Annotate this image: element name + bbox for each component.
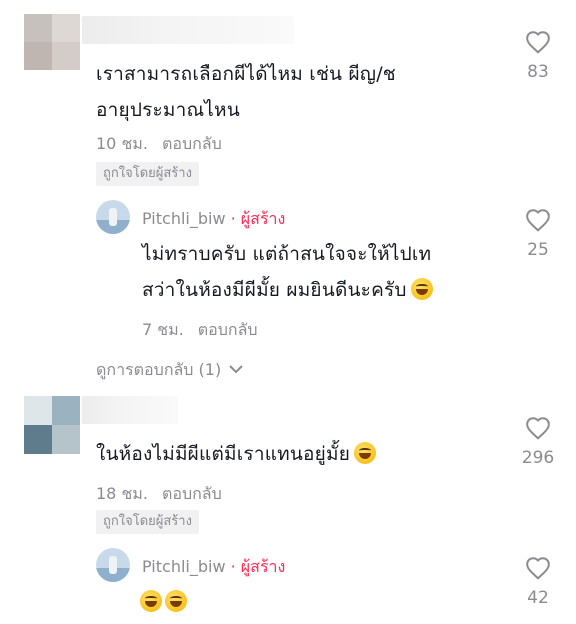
reply-button[interactable]: ตอบกลับ — [162, 484, 222, 503]
reply-button[interactable]: ตอบกลับ — [162, 134, 222, 153]
like-button[interactable]: 42 — [513, 556, 563, 608]
reply-username[interactable]: Pitchli_biw · ผู้สร้าง — [142, 555, 285, 580]
comment-meta: 10 ชม. ตอบกลับ — [96, 132, 236, 157]
comment-text: เราสามารถเลือกผีได้ไหม เช่น ผีญ/ช อายุปร… — [96, 63, 396, 121]
reply-button[interactable]: ตอบกลับ — [198, 320, 258, 339]
like-button[interactable]: 83 — [513, 30, 563, 82]
grinning-sweat-icon — [165, 590, 187, 612]
heart-icon — [526, 417, 550, 440]
grinning-sweat-icon — [140, 590, 162, 612]
heart-icon — [526, 209, 550, 232]
username-blurred[interactable] — [82, 16, 294, 44]
chevron-down-icon — [229, 365, 244, 374]
reply-avatar[interactable] — [96, 548, 130, 582]
reply-username[interactable]: Pitchli_biw · ผู้สร้าง — [142, 207, 285, 232]
reply-time: 7 ชม. — [142, 320, 184, 339]
comment-text: ในห้องไม่มีผีแต่มีเราแทนอยู่มั้ย — [96, 436, 506, 472]
reply-meta: 7 ชม. ตอบกลับ — [142, 318, 272, 343]
liked-by-creator-badge: ถูกใจโดยผู้สร้าง — [96, 162, 199, 186]
like-count: 83 — [527, 62, 549, 82]
like-button[interactable]: 25 — [513, 208, 563, 260]
avatar-blurred[interactable] — [24, 396, 80, 454]
avatar-blurred[interactable] — [24, 14, 80, 70]
username-blurred[interactable] — [82, 396, 178, 424]
reply-avatar[interactable] — [96, 200, 130, 234]
reply-emojis — [140, 590, 187, 612]
reply-text: ไม่ทราบครับ แต่ถ้าสนใจจะให้ไปเท สว่าในห้… — [142, 243, 433, 301]
comment-time: 10 ชม. — [96, 134, 148, 153]
like-count: 25 — [527, 240, 549, 260]
like-count: 296 — [521, 448, 555, 468]
heart-icon — [526, 557, 550, 580]
creator-tag: · ผู้สร้าง — [230, 557, 286, 576]
grinning-sweat-icon — [354, 442, 377, 464]
comment-time: 18 ชม. — [96, 484, 148, 503]
like-button[interactable]: 296 — [513, 416, 563, 468]
comment-meta: 18 ชม. ตอบกลับ — [96, 482, 236, 507]
rolling-on-floor-laughing-icon — [410, 278, 433, 300]
like-count: 42 — [527, 588, 549, 608]
view-replies-button[interactable]: ดูการตอบกลับ (1) — [96, 358, 244, 383]
creator-tag: · ผู้สร้าง — [230, 209, 286, 228]
heart-icon — [526, 31, 550, 54]
liked-by-creator-badge: ถูกใจโดยผู้สร้าง — [96, 510, 199, 534]
